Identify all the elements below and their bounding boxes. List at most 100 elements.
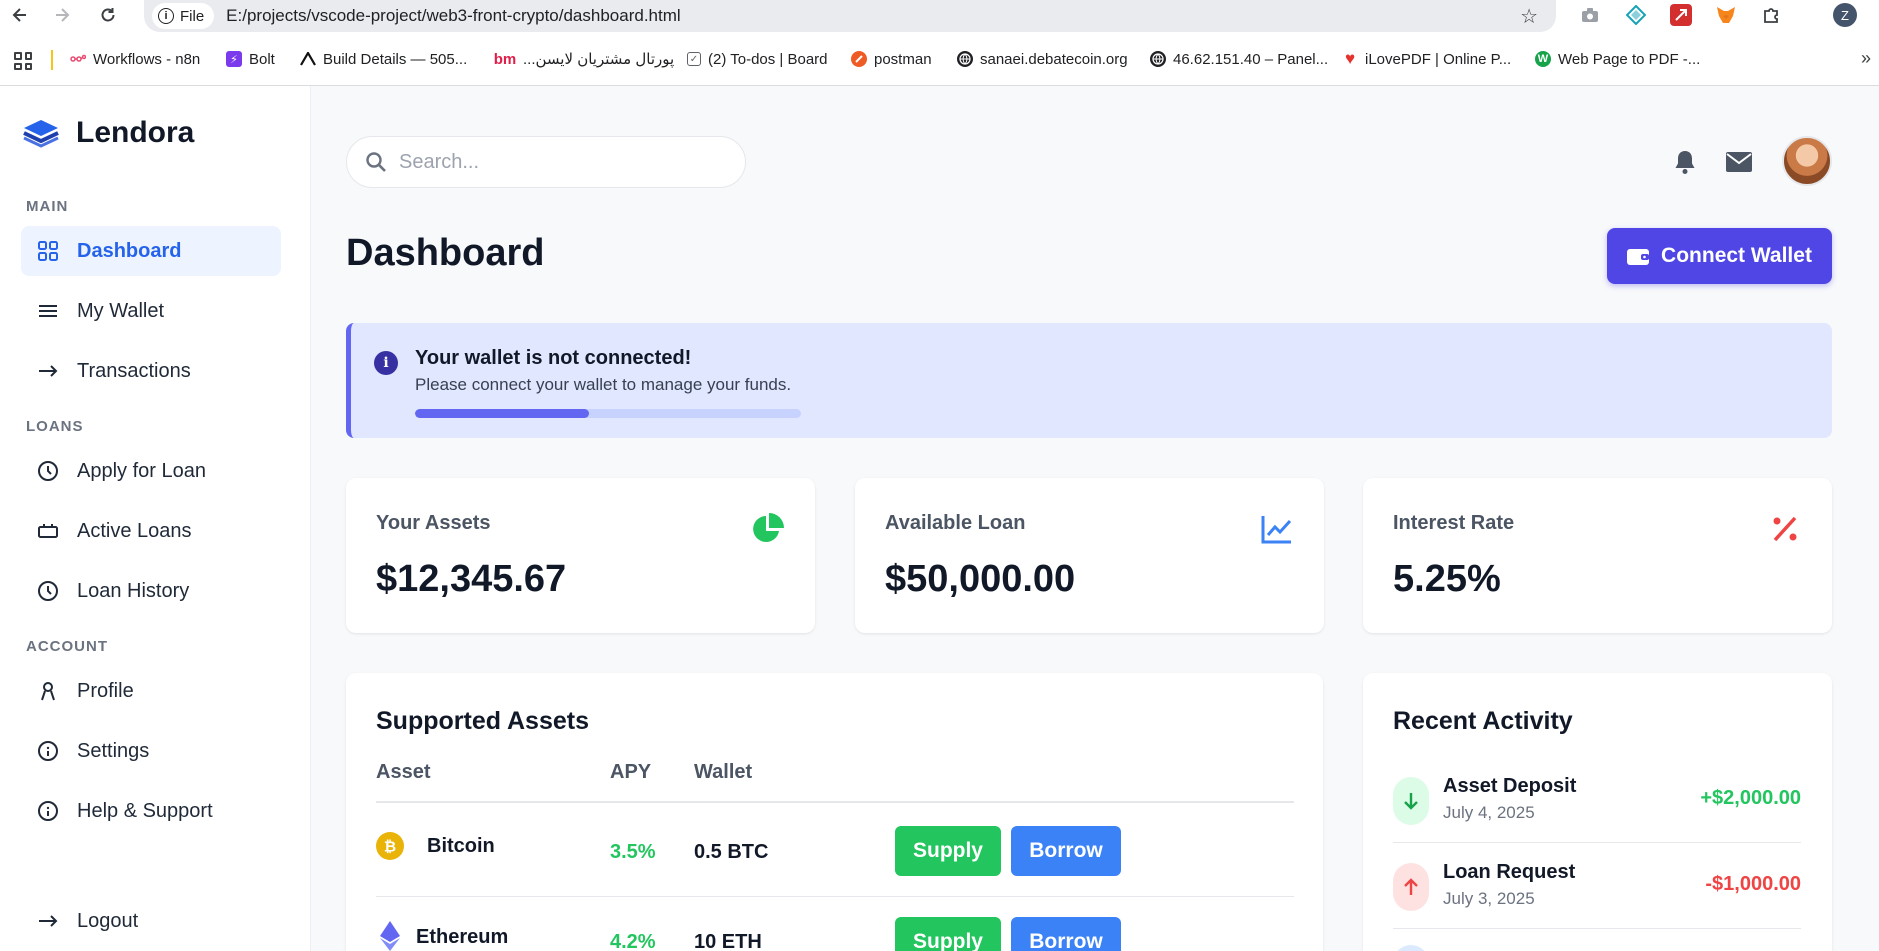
bitcoin-icon: ₿ xyxy=(376,832,404,860)
alert-text: Please connect your wallet to manage you… xyxy=(415,375,792,394)
sidebar-item-help[interactable]: Help & Support xyxy=(21,786,281,836)
supply-button[interactable]: Supply xyxy=(895,917,1001,951)
column-header-apy: APY xyxy=(610,761,652,783)
borrow-button[interactable]: Borrow xyxy=(1011,917,1121,951)
grid-icon xyxy=(37,240,59,262)
section-label-account: ACCOUNT xyxy=(26,638,108,655)
n8n-icon xyxy=(70,51,86,67)
vercel-icon xyxy=(300,51,316,67)
alert-title: Your wallet is not connected! xyxy=(415,347,692,369)
bookmark-item[interactable]: bm پورتال مشتریان لایسن... xyxy=(494,48,674,70)
borrow-button[interactable]: Borrow xyxy=(1011,826,1121,876)
stat-card-assets: Your Assets $12,345.67 xyxy=(346,478,815,633)
pdf-extension-icon[interactable] xyxy=(1670,4,1692,26)
bookmark-label: (2) To-dos | Board xyxy=(708,50,828,68)
postman-icon xyxy=(851,51,867,67)
brand-logo[interactable]: Lendora xyxy=(22,116,194,150)
address-bar[interactable]: i File E:/projects/vscode-project/web3-f… xyxy=(144,0,1556,32)
sidebar-item-label: Apply for Loan xyxy=(77,459,206,482)
metamask-fox-icon[interactable] xyxy=(1715,4,1737,26)
bookmark-item[interactable]: Build Details — 505... xyxy=(300,48,467,70)
bookmarks-overflow-icon[interactable]: » xyxy=(1861,48,1871,69)
forward-arrow-icon[interactable] xyxy=(50,3,74,27)
bookmark-item[interactable]: Workflows - n8n xyxy=(70,48,200,70)
alert-progress-bar xyxy=(415,409,801,418)
supply-button[interactable]: Supply xyxy=(895,826,1001,876)
back-arrow-icon[interactable] xyxy=(8,3,32,27)
percent-icon xyxy=(1768,512,1802,546)
search-bar[interactable] xyxy=(346,136,746,188)
bookmark-item[interactable]: 46.62.151.40 – Panel... xyxy=(1150,48,1328,70)
sidebar-item-profile[interactable]: Profile xyxy=(21,666,281,716)
bell-icon[interactable] xyxy=(1671,148,1699,176)
sidebar-item-logout[interactable]: Logout xyxy=(21,896,281,946)
user-avatar[interactable] xyxy=(1782,136,1832,186)
sidebar-item-active-loans[interactable]: Active Loans xyxy=(21,506,281,556)
table-row-divider xyxy=(376,896,1294,897)
sidebar-item-loan-history[interactable]: Loan History xyxy=(21,566,281,616)
connect-wallet-button[interactable]: Connect Wallet xyxy=(1607,228,1832,284)
stat-value: $12,345.67 xyxy=(376,558,567,600)
activity-item[interactable]: Asset Deposit July 4, 2025 +$2,000.00 xyxy=(1393,757,1801,843)
site-chip-label: File xyxy=(180,7,205,25)
sidebar-item-settings[interactable]: Settings xyxy=(21,726,281,776)
arrow-up-icon xyxy=(1393,863,1429,911)
sidebar-item-wallet[interactable]: My Wallet xyxy=(21,286,281,336)
section-label-loans: LOANS xyxy=(26,418,84,435)
sidebar-item-label: Transactions xyxy=(77,359,191,382)
section-label-main: MAIN xyxy=(26,198,69,215)
star-icon[interactable]: ☆ xyxy=(1520,4,1538,29)
browser-profile-avatar[interactable]: Z xyxy=(1833,3,1857,27)
asset-wallet: 0.5 BTC xyxy=(694,841,769,863)
briefcase-icon xyxy=(37,520,59,542)
sidebar-item-label: My Wallet xyxy=(77,299,165,322)
arrow-down-icon xyxy=(1393,777,1429,825)
search-input[interactable] xyxy=(399,150,719,174)
bookmark-item[interactable]: ✓ (2) To-dos | Board xyxy=(687,48,828,70)
sidebar: Lendora MAIN Dashboard My Wallet Transac… xyxy=(0,86,311,951)
w-icon: W xyxy=(1535,51,1551,67)
menu-lines-icon xyxy=(37,300,59,322)
sidebar-item-label: Settings xyxy=(77,739,150,762)
search-icon xyxy=(366,152,386,172)
bookmark-label: postman xyxy=(874,50,932,68)
bookmark-item[interactable]: sanaei.debatecoin.org xyxy=(957,48,1128,70)
user-icon xyxy=(37,680,59,702)
apps-grid-icon[interactable] xyxy=(14,52,32,70)
activity-divider xyxy=(1393,928,1801,929)
bolt-icon: ⚡ xyxy=(226,51,242,67)
bookmark-item[interactable]: postman xyxy=(851,48,932,70)
activity-date: July 3, 2025 xyxy=(1443,889,1535,908)
reload-icon[interactable] xyxy=(96,3,120,27)
browser-chrome: i File E:/projects/vscode-project/web3-f… xyxy=(0,0,1879,86)
bookmark-label: Workflows - n8n xyxy=(93,50,201,68)
puzzle-extensions-icon[interactable] xyxy=(1760,4,1782,26)
column-header-wallet: Wallet xyxy=(694,761,753,783)
logout-arrow-icon xyxy=(37,910,59,932)
url-text[interactable]: E:/projects/vscode-project/web3-front-cr… xyxy=(226,6,680,26)
settings-icon xyxy=(37,740,59,762)
sidebar-item-label: Logout xyxy=(77,909,139,932)
bookmark-label: Build Details — 505... xyxy=(323,50,468,68)
ethereum-icon xyxy=(376,921,404,951)
site-info-chip[interactable]: i File xyxy=(152,3,215,29)
bookmark-item[interactable]: W Web Page to PDF -... xyxy=(1535,48,1700,70)
sidebar-item-transactions[interactable]: Transactions xyxy=(21,346,281,396)
info-icon: i xyxy=(158,8,174,24)
extension-diamond-icon[interactable] xyxy=(1625,4,1647,26)
checkbox-icon: ✓ xyxy=(687,52,701,66)
card-title: Recent Activity xyxy=(1393,707,1573,735)
bookmark-item[interactable]: ♥ iLovePDF | Online P... xyxy=(1342,48,1511,70)
camera-icon[interactable] xyxy=(1579,4,1601,26)
mail-icon[interactable] xyxy=(1725,148,1753,176)
connect-wallet-label: Connect Wallet xyxy=(1661,244,1812,267)
svg-text:₿: ₿ xyxy=(384,838,396,856)
stat-label: Interest Rate xyxy=(1393,512,1515,534)
globe-icon xyxy=(1150,51,1166,67)
sidebar-item-apply-loan[interactable]: Apply for Loan xyxy=(21,446,281,496)
activity-item[interactable]: Loan Request July 3, 2025 -$1,000.00 xyxy=(1393,843,1801,929)
activity-partial-icon xyxy=(1393,945,1429,951)
sidebar-item-dashboard[interactable]: Dashboard xyxy=(21,226,281,276)
column-header-asset: Asset xyxy=(376,761,431,783)
bookmark-item[interactable]: ⚡ Bolt xyxy=(226,48,275,70)
